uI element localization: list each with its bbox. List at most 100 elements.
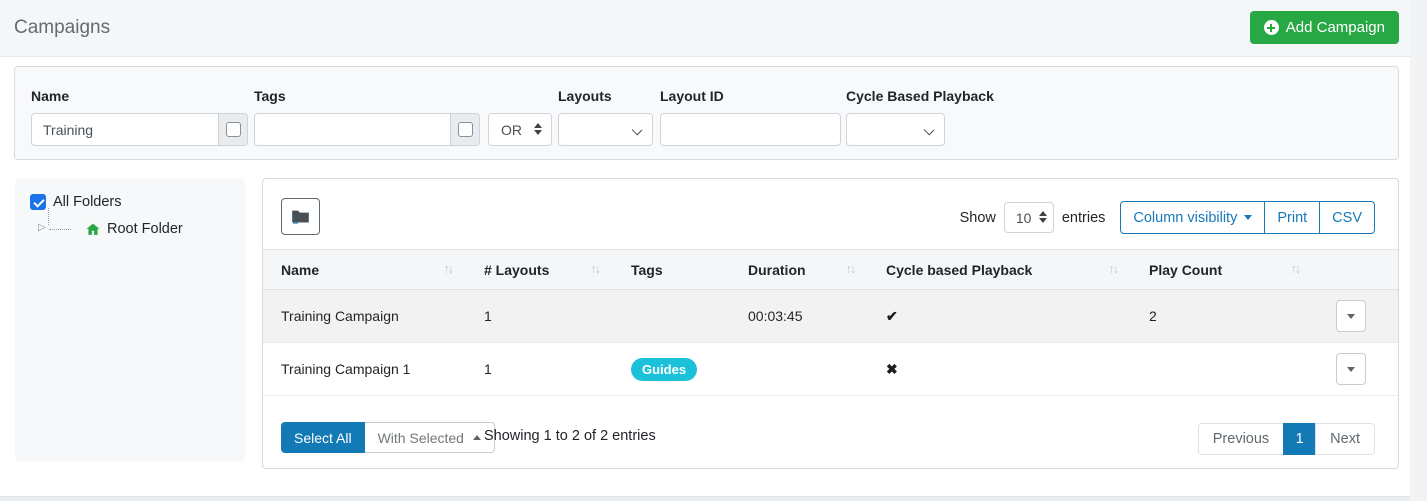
tags-filter-label: Tags <box>254 88 480 105</box>
plus-circle-icon <box>1264 20 1279 35</box>
caret-down-icon <box>1244 215 1252 220</box>
sort-icon: ↑↓ <box>1291 262 1300 276</box>
column-header-name[interactable]: ↑↓ Name <box>263 250 466 290</box>
layouts-filter-group: Layouts <box>558 88 653 146</box>
with-selected-button[interactable]: With Selected <box>365 422 495 453</box>
column-header-duration[interactable]: ↑↓ Duration <box>730 250 868 290</box>
table-row[interactable]: Training Campaign 1 1 Guides ✖ <box>263 343 1398 396</box>
column-label: Duration <box>748 262 806 278</box>
home-icon <box>85 222 101 237</box>
layout-id-filter-group: Layout ID <box>660 88 841 146</box>
layout-id-input[interactable] <box>660 113 841 146</box>
tags-logic-select[interactable]: OR <box>488 113 552 146</box>
csv-button[interactable]: CSV <box>1319 201 1375 234</box>
row-actions-button[interactable] <box>1336 353 1366 385</box>
duration-cell: 00:03:45 <box>730 290 868 343</box>
root-folder-label: Root Folder <box>107 221 183 237</box>
spinner-icon <box>534 123 542 135</box>
tags-filter-group: Tags <box>254 88 480 146</box>
spinner-icon <box>1039 211 1047 223</box>
table-header-row: ↑↓ Name ↑↓ # Layouts Tags ↑↓ Duration <box>263 250 1398 290</box>
layouts-filter-select[interactable] <box>558 113 653 146</box>
entries-label: entries <box>1062 210 1106 226</box>
tags-filter-checkbox[interactable] <box>458 122 473 137</box>
layouts-count-cell: 1 <box>466 290 613 343</box>
next-page-button[interactable]: Next <box>1315 423 1375 455</box>
row-actions-button[interactable] <box>1336 300 1366 332</box>
play-count-cell <box>1131 343 1313 396</box>
column-header-layouts[interactable]: ↑↓ # Layouts <box>466 250 613 290</box>
page-1-button[interactable]: 1 <box>1283 423 1316 455</box>
campaigns-page: Campaigns Add Campaign Name Tags <box>0 0 1427 501</box>
name-filter-group: Name <box>31 88 248 146</box>
table-row[interactable]: Training Campaign 1 00:03:45 ✔ 2 <box>263 290 1398 343</box>
print-label: Print <box>1277 210 1307 226</box>
tags-filter-input[interactable] <box>254 113 451 146</box>
scrollbar-track[interactable] <box>1410 0 1427 501</box>
campaigns-table: ↑↓ Name ↑↓ # Layouts Tags ↑↓ Duration <box>263 249 1398 396</box>
chevron-down-icon <box>632 125 643 136</box>
cycle-playback-select[interactable] <box>846 113 945 146</box>
caret-up-icon <box>473 435 481 440</box>
column-header-play-count[interactable]: ↑↓ Play Count <box>1131 250 1313 290</box>
layout-id-filter-label: Layout ID <box>660 88 841 105</box>
campaigns-panel: Show 10 entries Column visibility Print … <box>262 178 1399 469</box>
tags-filter-addon <box>451 113 480 146</box>
select-all-button[interactable]: Select All <box>281 422 365 453</box>
check-icon: ✔ <box>886 308 898 324</box>
all-folders-checkbox[interactable] <box>30 194 46 210</box>
sort-icon: ↑↓ <box>444 262 453 276</box>
top-bar: Campaigns Add Campaign <box>0 0 1427 57</box>
layouts-count-cell: 1 <box>466 343 613 396</box>
sort-icon: ↑↓ <box>1109 262 1118 276</box>
folder-icon <box>291 208 310 225</box>
sort-icon: ↑↓ <box>591 262 600 276</box>
folders-sidebar: All Folders ▷ Root Folder <box>15 178 245 462</box>
tree-expand-icon[interactable]: ▷ <box>38 222 46 233</box>
with-selected-label: With Selected <box>378 430 464 446</box>
show-label: Show <box>960 210 996 226</box>
cycle-filter-label: Cycle Based Playback <box>846 88 994 105</box>
cycle-playback-cell: ✔ <box>868 290 1131 343</box>
chevron-down-icon <box>924 125 935 136</box>
column-header-cycle[interactable]: ↑↓ Cycle based Playback <box>868 250 1131 290</box>
export-button-group: Column visibility Print CSV <box>1120 201 1375 234</box>
prev-page-button[interactable]: Previous <box>1198 423 1284 455</box>
row-actions-cell <box>1313 343 1398 396</box>
page-title: Campaigns <box>14 17 110 39</box>
pagination: Previous 1 Next <box>1198 423 1375 455</box>
all-folders-item[interactable]: All Folders <box>30 194 122 210</box>
tag-badge: Guides <box>631 358 697 381</box>
column-label: # Layouts <box>484 262 549 278</box>
caret-down-icon <box>1347 367 1355 372</box>
cross-icon: ✖ <box>886 361 898 377</box>
layouts-filter-label: Layouts <box>558 88 653 105</box>
column-header-tags: Tags <box>613 250 730 290</box>
root-folder-item[interactable]: Root Folder <box>85 221 183 237</box>
name-filter-input[interactable] <box>31 113 219 146</box>
table-toolbar: Show 10 entries Column visibility Print … <box>960 201 1375 234</box>
filter-panel: Name Tags OR Layouts <box>14 66 1399 160</box>
tree-connector-line <box>49 229 71 230</box>
page-size-select[interactable]: 10 <box>1004 202 1054 233</box>
folder-toggle-button[interactable] <box>281 198 320 235</box>
name-filter-addon <box>219 113 248 146</box>
tags-cell: Guides <box>613 343 730 396</box>
tree-connector-line <box>48 208 49 225</box>
row-actions-cell <box>1313 290 1398 343</box>
add-campaign-label: Add Campaign <box>1286 19 1385 36</box>
cycle-filter-group: Cycle Based Playback <box>846 88 994 146</box>
csv-label: CSV <box>1332 210 1362 226</box>
name-filter-checkbox[interactable] <box>226 122 241 137</box>
showing-entries-text: Showing 1 to 2 of 2 entries <box>484 428 656 444</box>
column-label: Tags <box>631 262 663 278</box>
name-filter-label: Name <box>31 88 248 105</box>
column-visibility-button[interactable]: Column visibility <box>1120 201 1265 234</box>
add-campaign-button[interactable]: Add Campaign <box>1250 11 1399 44</box>
bulk-actions-group: Select All With Selected <box>281 422 495 453</box>
play-count-cell: 2 <box>1131 290 1313 343</box>
tags-cell <box>613 290 730 343</box>
campaign-name-cell: Training Campaign <box>263 290 466 343</box>
tags-logic-value: OR <box>501 122 522 138</box>
print-button[interactable]: Print <box>1264 201 1320 234</box>
